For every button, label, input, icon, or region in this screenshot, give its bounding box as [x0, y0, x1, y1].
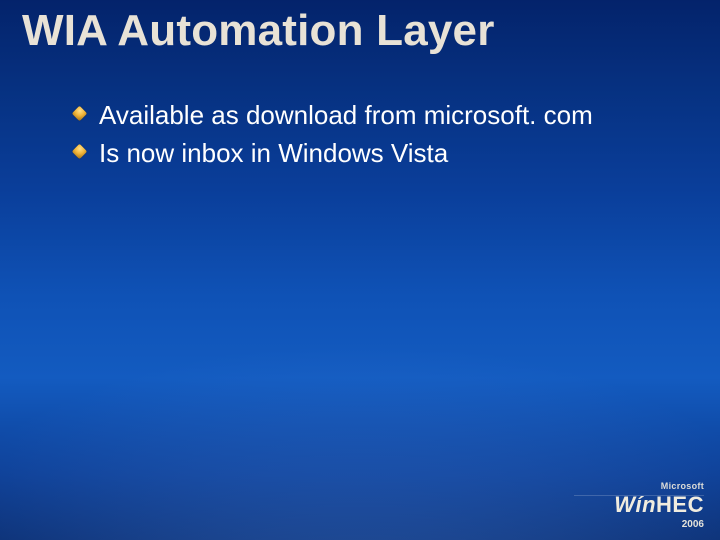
footer-logo: Microsoft WínHEC 2006	[614, 482, 704, 530]
bullet-icon	[72, 144, 88, 160]
logo-brand-suffix: HEC	[656, 492, 704, 517]
list-item: Available as download from microsoft. co…	[74, 98, 690, 132]
logo-vendor: Microsoft	[614, 482, 704, 491]
logo-year: 2006	[614, 520, 704, 530]
logo-brand: WínHEC	[614, 494, 704, 516]
slide: WIA Automation Layer Available as downlo…	[0, 0, 720, 540]
logo-brand-prefix: Wín	[614, 492, 656, 517]
bullet-text: Available as download from microsoft. co…	[99, 98, 593, 132]
bullet-list: Available as download from microsoft. co…	[74, 98, 690, 174]
bullet-text: Is now inbox in Windows Vista	[99, 136, 448, 170]
bullet-icon	[72, 106, 88, 122]
list-item: Is now inbox in Windows Vista	[74, 136, 690, 170]
slide-title: WIA Automation Layer	[22, 6, 495, 56]
